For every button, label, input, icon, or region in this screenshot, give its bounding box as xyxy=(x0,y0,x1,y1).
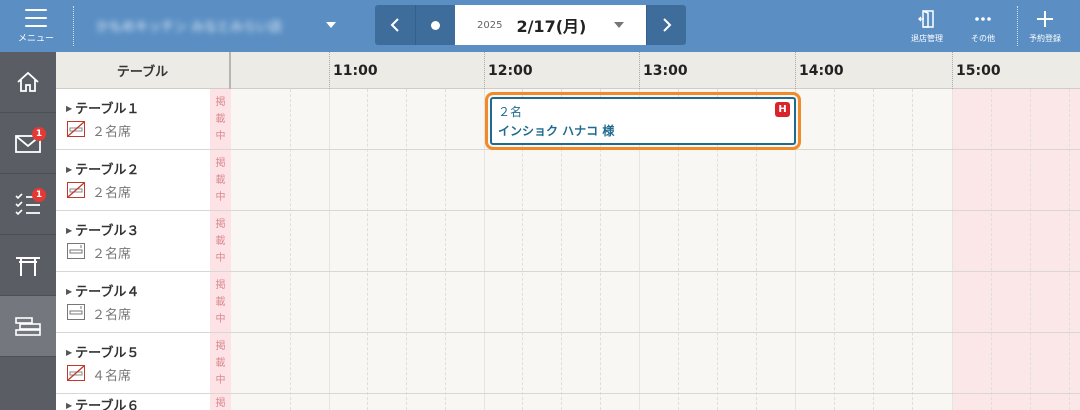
table-name: ▶ テーブル６ xyxy=(66,399,140,410)
more-button[interactable]: その他 xyxy=(956,0,1010,52)
menu-button[interactable]: メニュー xyxy=(0,0,72,52)
table-info[interactable]: ▶ テーブル３ ２名席 掲載中 xyxy=(56,211,231,271)
reservation-block[interactable]: ２名 インショク ハナコ 様 H xyxy=(485,92,801,150)
divider xyxy=(73,6,74,46)
no-smoking-icon xyxy=(67,365,85,381)
guest-name: インショク ハナコ 様 xyxy=(498,124,615,138)
tasks-badge: 1 xyxy=(32,188,46,202)
sidebar: 1 1 xyxy=(0,52,56,410)
sidebar-item-blank[interactable] xyxy=(0,357,56,410)
chevron-right-icon xyxy=(662,18,671,32)
table-row[interactable]: ▶ テーブル３ ２名席 掲載中 xyxy=(56,211,1080,272)
prev-day-button[interactable] xyxy=(375,5,415,45)
published-label: 掲載中 xyxy=(210,333,231,393)
seat-count: ４名席 xyxy=(92,369,132,384)
sidebar-item-timeline[interactable] xyxy=(0,296,56,357)
time-header: テーブル 11:00 12:00 13:00 14:00 15:00 xyxy=(56,52,1080,89)
sidebar-item-home[interactable] xyxy=(0,52,56,113)
table-info[interactable]: ▶ テーブル１ ２名席 掲載中 xyxy=(56,89,231,149)
messages-badge: 1 xyxy=(32,127,46,141)
published-label: 掲載中 xyxy=(210,89,231,149)
reservation-board: メニュー かもめキッチン みなとみらい店 2025 2/17(月) 退店管理 そ… xyxy=(0,0,1080,410)
no-smoking-icon xyxy=(67,182,85,198)
table-info[interactable]: ▶ テーブル５ ４名席 掲載中 xyxy=(56,333,231,393)
table-info[interactable]: ▶ テーブル６ 掲 xyxy=(56,394,231,410)
date-label: 2/17(月) xyxy=(516,17,587,36)
top-bar: メニュー かもめキッチン みなとみらい店 2025 2/17(月) 退店管理 そ… xyxy=(0,0,1080,52)
guest-count: ２名 xyxy=(498,105,523,119)
table-name: ▶ テーブル５ xyxy=(66,346,140,361)
hour-label: 14:00 xyxy=(799,63,844,79)
sidebar-item-messages[interactable]: 1 xyxy=(0,113,56,174)
dot-icon xyxy=(431,20,440,30)
smoking-icon xyxy=(67,304,85,320)
table-icon xyxy=(16,257,40,276)
date-selector[interactable]: 2025 2/17(月) xyxy=(455,5,646,45)
hamburger-icon xyxy=(25,8,47,27)
new-reservation-label: 予約登録 xyxy=(1029,33,1061,43)
exit-door-icon xyxy=(918,9,934,28)
smoking-icon xyxy=(67,243,85,259)
seat-count: ２名席 xyxy=(92,125,132,140)
sidebar-item-tasks[interactable]: 1 xyxy=(0,174,56,235)
timeline-grid: テーブル 11:00 12:00 13:00 14:00 15:00 ▶ テーブル… xyxy=(56,52,1080,410)
menu-label: メニュー xyxy=(17,33,54,44)
published-label: 掲載中 xyxy=(210,211,231,271)
table-info[interactable]: ▶ テーブル２ ２名席 掲載中 xyxy=(56,150,231,210)
new-reservation-button[interactable]: 予約登録 xyxy=(1018,0,1072,52)
table-row[interactable]: ▶ テーブル６ 掲 xyxy=(56,394,1080,410)
reservation-card[interactable]: ２名 インショク ハナコ 様 H xyxy=(490,97,796,145)
next-day-button[interactable] xyxy=(646,5,686,45)
published-label: 掲載中 xyxy=(210,150,231,210)
hour-label: 12:00 xyxy=(488,63,533,79)
more-dots-icon xyxy=(975,16,991,21)
plus-icon xyxy=(1037,10,1053,27)
today-button[interactable] xyxy=(415,5,455,45)
seat-count: ２名席 xyxy=(92,186,132,201)
timeline-icon xyxy=(15,317,41,336)
table-row[interactable]: ▶ テーブル４ ２名席 掲載中 xyxy=(56,272,1080,333)
table-row[interactable]: ▶ テーブル２ ２名席 掲載中 xyxy=(56,150,1080,211)
home-icon xyxy=(17,71,39,92)
hour-label: 11:00 xyxy=(333,63,378,79)
date-navigator: 2025 2/17(月) xyxy=(375,5,686,45)
chevron-left-icon xyxy=(390,18,399,32)
store-caret-icon[interactable] xyxy=(326,22,336,28)
checkout-label: 退店管理 xyxy=(911,33,943,43)
table-name: ▶ テーブル４ xyxy=(66,285,140,300)
sidebar-item-tables[interactable] xyxy=(0,235,56,296)
store-name[interactable]: かもめキッチン みなとみらい店 xyxy=(96,16,282,35)
table-name: ▶ テーブル３ xyxy=(66,224,140,239)
hour-label: 15:00 xyxy=(956,63,1001,79)
seat-count: ２名席 xyxy=(92,308,132,323)
hour-label: 13:00 xyxy=(643,63,688,79)
hotpepper-source-icon: H xyxy=(775,102,790,117)
seat-count: ２名席 xyxy=(92,247,132,262)
published-label: 掲載中 xyxy=(210,272,231,332)
checkout-management-button[interactable]: 退店管理 xyxy=(900,0,954,52)
dropdown-caret-icon xyxy=(614,22,624,28)
table-info[interactable]: ▶ テーブル４ ２名席 掲載中 xyxy=(56,272,231,332)
table-name: ▶ テーブル２ xyxy=(66,163,140,178)
table-column-header: テーブル xyxy=(56,52,231,89)
more-label: その他 xyxy=(971,33,995,43)
table-row[interactable]: ▶ テーブル５ ４名席 掲載中 xyxy=(56,333,1080,394)
published-label: 掲 xyxy=(210,394,231,410)
year-label: 2025 xyxy=(477,19,503,31)
no-smoking-icon xyxy=(67,121,85,137)
table-name: ▶ テーブル１ xyxy=(66,102,140,117)
